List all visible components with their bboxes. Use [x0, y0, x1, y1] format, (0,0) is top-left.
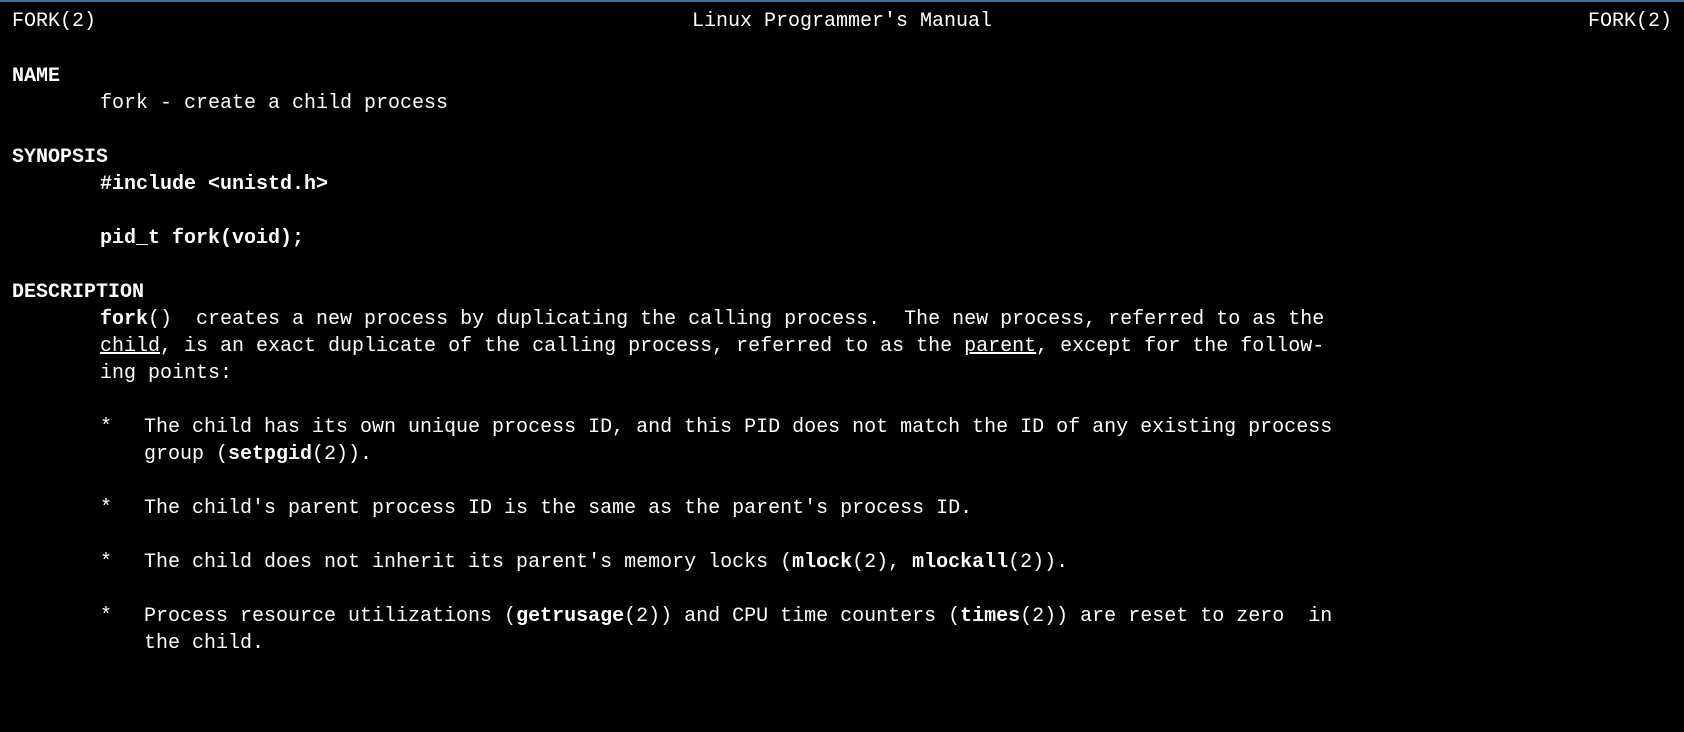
intro-text1: () creates a new process by duplicating … [148, 308, 1336, 331]
b0-l2b: (2)). [312, 443, 372, 466]
name-content: fork - create a child process [100, 90, 1672, 117]
b0-l2a: group ( [144, 443, 228, 466]
fn-times: times [960, 605, 1020, 628]
bullet-item: * The child's parent process ID is the s… [100, 495, 1672, 522]
intro-text3: , except for the follow- [1036, 335, 1324, 358]
bullet-marker: * [100, 414, 144, 468]
section-synopsis-heading: SYNOPSIS [12, 144, 1672, 171]
b3-l1c: (2)) are reset to zero in [1020, 605, 1332, 628]
bullet-marker: * [100, 549, 144, 576]
description-intro: fork() creates a new process by duplicat… [100, 306, 1672, 387]
bullet-item: * The child does not inherit its parent'… [100, 549, 1672, 576]
section-name-heading: NAME [12, 63, 1672, 90]
fn-fork: fork [100, 308, 148, 331]
fn-mlockall: mlockall [912, 551, 1008, 574]
bullet-text: Process resource utilizations (getrusage… [144, 603, 1672, 657]
synopsis-signature: pid_t fork(void); [100, 225, 1672, 252]
bullet-item: * Process resource utilizations (getrusa… [100, 603, 1672, 657]
intro-text2: , is an exact duplicate of the calling p… [160, 335, 964, 358]
man-page-header: FORK(2) Linux Programmer's Manual FORK(2… [12, 8, 1672, 35]
b2-l1c: (2)). [1008, 551, 1068, 574]
b3-l1b: (2)) and CPU time counters ( [624, 605, 960, 628]
bullet-text: The child does not inherit its parent's … [144, 549, 1672, 576]
b2-l1b: (2), [852, 551, 912, 574]
b3-l2a: the child. [144, 632, 264, 655]
term-child: child [100, 335, 160, 358]
header-center: Linux Programmer's Manual [96, 8, 1588, 35]
intro-text4: ing points: [100, 362, 232, 385]
synopsis-include: #include <unistd.h> [100, 171, 1672, 198]
bullet-marker: * [100, 495, 144, 522]
term-parent: parent [964, 335, 1036, 358]
fn-getrusage: getrusage [516, 605, 624, 628]
b1-l1a: The child's parent process ID is the sam… [144, 497, 972, 520]
header-left: FORK(2) [12, 8, 96, 35]
bullet-text: The child's parent process ID is the sam… [144, 495, 1672, 522]
b0-l1a: The child has its own unique process ID,… [144, 416, 1332, 439]
b3-l1a: Process resource utilizations ( [144, 605, 516, 628]
fn-setpgid: setpgid [228, 443, 312, 466]
b2-l1a: The child does not inherit its parent's … [144, 551, 792, 574]
bullet-marker: * [100, 603, 144, 657]
fn-mlock: mlock [792, 551, 852, 574]
bullet-text: The child has its own unique process ID,… [144, 414, 1672, 468]
header-right: FORK(2) [1588, 8, 1672, 35]
bullet-item: * The child has its own unique process I… [100, 414, 1672, 468]
section-description-heading: DESCRIPTION [12, 279, 1672, 306]
